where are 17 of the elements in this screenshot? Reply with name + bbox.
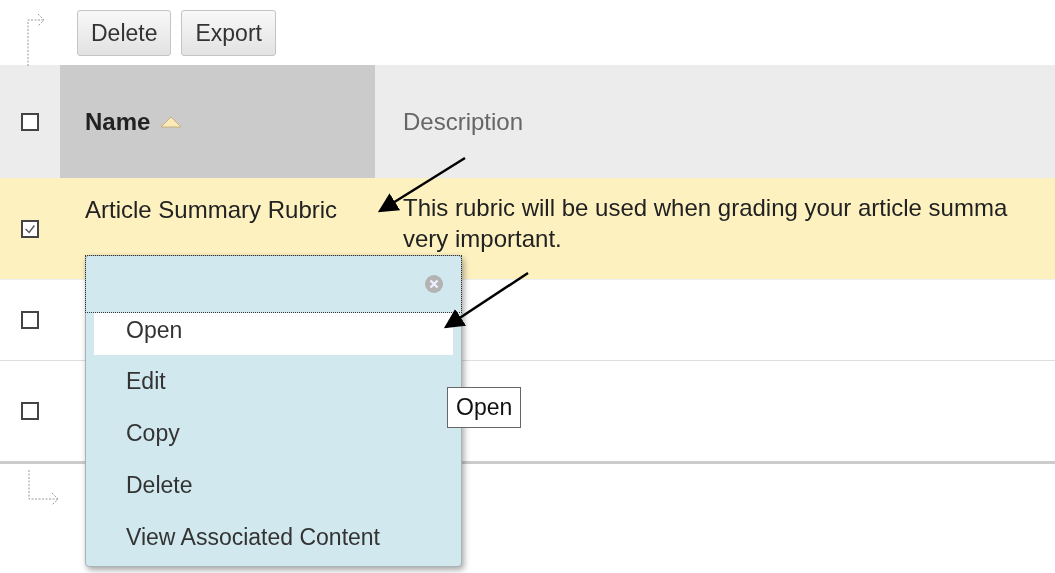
tooltip: Open [447,387,522,428]
menu-item[interactable]: Open [94,313,453,355]
row-checkbox[interactable] [21,402,39,420]
select-all-checkbox[interactable] [21,112,39,131]
row-checkbox[interactable] [21,311,39,329]
description-text: This rubric will be used when grading your article summa [403,193,1008,223]
sort-ascending-icon [160,115,183,128]
menu-item[interactable]: View Associated Content [94,511,453,563]
description-text: very important. [403,224,563,254]
column-header[interactable]: Name [60,65,375,178]
toolbar-button[interactable]: Delete [77,10,172,56]
rubric-name-link[interactable]: Article Summary Rubric [85,196,338,224]
row-checkbox[interactable] [21,219,39,238]
column-header[interactable]: Description [375,65,524,178]
menu-item[interactable]: Delete [94,459,453,511]
table-row[interactable]: Article Summary Rubric This rubric will be used when grading your article summa very important. [0,178,1055,280]
toolbar-button[interactable]: Export [181,10,276,56]
